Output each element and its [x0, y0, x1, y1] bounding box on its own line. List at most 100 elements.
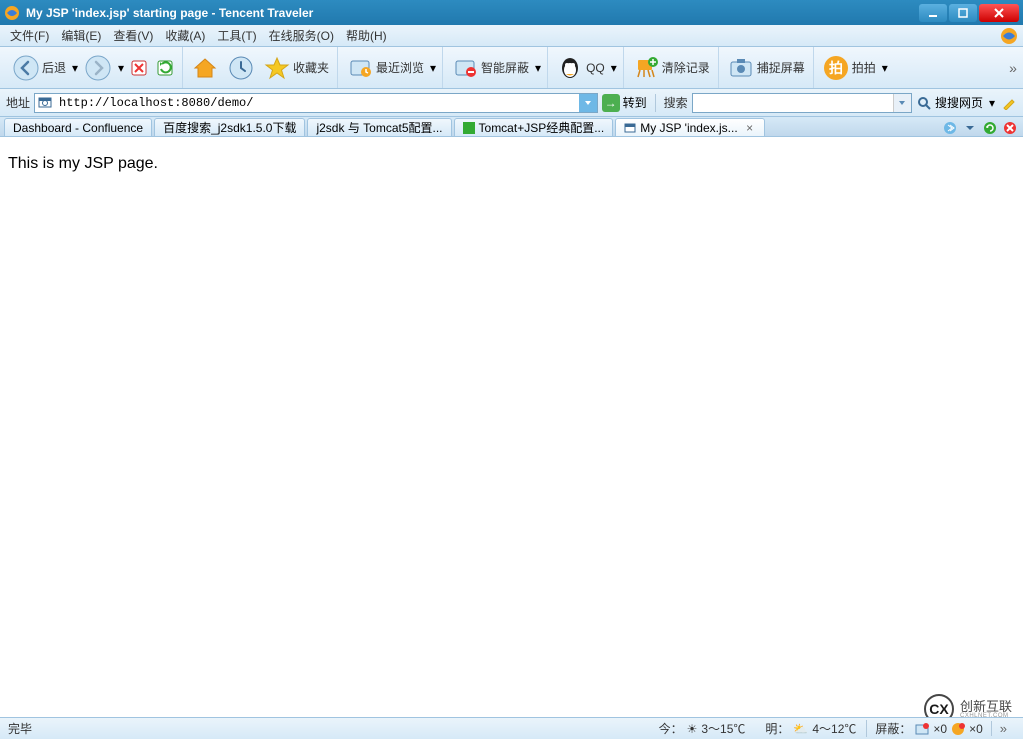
search-field[interactable]	[692, 93, 912, 113]
recent-icon	[346, 54, 374, 82]
menu-favorites[interactable]: 收藏(A)	[159, 27, 211, 44]
paipai-label: 拍拍	[852, 59, 876, 76]
favorites-button[interactable]: 收藏夹	[259, 51, 333, 85]
smart-block-label: 智能屏蔽	[481, 59, 529, 76]
search-label: 搜索	[664, 94, 688, 111]
status-text: 完毕	[8, 720, 98, 737]
maximize-button[interactable]	[949, 4, 977, 22]
recent-label: 最近浏览	[376, 59, 424, 76]
url-input[interactable]	[57, 96, 579, 110]
search-dropdown[interactable]	[893, 94, 911, 112]
weather-info: 今： ☀ 3～15℃ 明： ⛅ 4～12℃	[98, 720, 866, 737]
tab-restore-icon[interactable]	[981, 120, 999, 136]
paipai-dropdown[interactable]: ▾	[880, 61, 890, 75]
url-dropdown[interactable]	[579, 94, 597, 112]
tab-scroll-right-icon[interactable]	[941, 120, 959, 136]
menu-tools[interactable]: 工具(T)	[211, 27, 262, 44]
status-overflow[interactable]: »	[991, 721, 1015, 736]
search-go-label: 搜搜网页	[935, 94, 983, 111]
sun-icon: ☀	[687, 722, 698, 736]
clear-label: 清除记录	[662, 59, 710, 76]
block-status[interactable]: 屏蔽： ×0 ×0	[866, 720, 990, 737]
menu-edit[interactable]: 编辑(E)	[55, 27, 107, 44]
qq-icon	[556, 54, 584, 82]
search-go-button[interactable]: 搜搜网页	[916, 94, 983, 111]
refresh-icon	[156, 59, 174, 77]
titlebar: My JSP 'index.jsp' starting page - Tence…	[0, 0, 1023, 25]
tab-dashboard[interactable]: Dashboard - Confluence	[4, 118, 152, 136]
recent-button[interactable]: 最近浏览	[342, 51, 428, 85]
back-button[interactable]: 后退	[8, 51, 70, 85]
shield-icon	[451, 54, 479, 82]
back-label: 后退	[42, 59, 66, 76]
menubar: 文件(F) 编辑(E) 查看(V) 收藏(A) 工具(T) 在线服务(O) 帮助…	[0, 25, 1023, 47]
go-button[interactable]: → 转到	[602, 94, 647, 112]
qq-dropdown[interactable]: ▾	[609, 61, 619, 75]
address-label: 地址	[6, 94, 30, 111]
qq-label: QQ	[586, 61, 605, 75]
back-dropdown[interactable]: ▾	[70, 61, 80, 75]
close-button[interactable]	[979, 4, 1019, 22]
tab-baidu[interactable]: 百度搜索_j2sdk1.5.0下载	[154, 118, 305, 136]
stop-icon	[130, 59, 148, 77]
search-input[interactable]	[693, 96, 893, 110]
favicon-icon	[624, 122, 636, 134]
go-label: 转到	[623, 94, 647, 111]
paipai-button[interactable]: 拍 拍拍	[818, 51, 880, 85]
toolbar-overflow[interactable]: »	[1007, 60, 1019, 76]
tabbar: Dashboard - Confluence 百度搜索_j2sdk1.5.0下载…	[0, 117, 1023, 137]
tab-close-icon[interactable]: ×	[744, 122, 756, 134]
home-icon	[191, 54, 219, 82]
svg-text:拍: 拍	[829, 60, 843, 76]
stop-button[interactable]	[126, 51, 152, 85]
favorites-label: 收藏夹	[293, 59, 329, 76]
camera-icon	[727, 54, 755, 82]
app-logo-icon	[4, 5, 20, 21]
menu-file[interactable]: 文件(F)	[4, 27, 55, 44]
clock-icon	[227, 54, 255, 82]
capture-button[interactable]: 捕捉屏幕	[723, 51, 809, 85]
favicon-icon	[463, 122, 475, 134]
statusbar: 完毕 今： ☀ 3～15℃ 明： ⛅ 4～12℃ 屏蔽： ×0 ×0 »	[0, 717, 1023, 739]
star-icon	[263, 54, 291, 82]
window-title: My JSP 'index.jsp' starting page - Tence…	[26, 6, 917, 20]
forward-button[interactable]	[80, 51, 116, 85]
toolbar: 后退 ▾ ▾ 收藏夹 最近浏览 ▾	[0, 47, 1023, 89]
address-field[interactable]	[34, 93, 598, 113]
qq-button[interactable]: QQ	[552, 51, 609, 85]
tab-j2sdk-tomcat[interactable]: j2sdk 与 Tomcat5配置...	[307, 118, 451, 136]
watermark-main: 创新互联	[960, 700, 1012, 713]
window-controls	[917, 4, 1019, 22]
recent-dropdown[interactable]: ▾	[428, 61, 438, 75]
home-button[interactable]	[187, 51, 223, 85]
broom-icon	[632, 54, 660, 82]
app-brand-icon[interactable]	[999, 26, 1019, 46]
go-icon: →	[602, 94, 620, 112]
highlight-button[interactable]	[1001, 95, 1017, 111]
history-button[interactable]	[223, 51, 259, 85]
menu-help[interactable]: 帮助(H)	[340, 27, 393, 44]
site-icon	[38, 95, 54, 111]
cloud-icon: ⛅	[793, 722, 808, 736]
back-icon	[12, 54, 40, 82]
smart-block-dropdown[interactable]: ▾	[533, 61, 543, 75]
tab-close-all-icon[interactable]	[1001, 120, 1019, 136]
menu-online[interactable]: 在线服务(O)	[263, 27, 340, 44]
search-icon	[916, 95, 932, 111]
forward-dropdown[interactable]: ▾	[116, 61, 126, 75]
paipai-icon: 拍	[822, 54, 850, 82]
search-go-dropdown[interactable]: ▾	[987, 96, 997, 110]
tab-list-icon[interactable]	[961, 120, 979, 136]
clear-button[interactable]: 清除记录	[628, 51, 714, 85]
addressbar: 地址 → 转到 搜索 搜搜网页 ▾	[0, 89, 1023, 117]
capture-label: 捕捉屏幕	[757, 59, 805, 76]
popup-block-icon	[915, 722, 929, 736]
menu-view[interactable]: 查看(V)	[107, 27, 159, 44]
tab-tomcat-jsp[interactable]: Tomcat+JSP经典配置...	[454, 118, 614, 136]
minimize-button[interactable]	[919, 4, 947, 22]
page-content: This is my JSP page.	[0, 137, 1023, 717]
forward-icon	[84, 54, 112, 82]
refresh-button[interactable]	[152, 51, 178, 85]
smart-block-button[interactable]: 智能屏蔽	[447, 51, 533, 85]
tab-active[interactable]: My JSP 'index.js... ×	[615, 118, 764, 136]
